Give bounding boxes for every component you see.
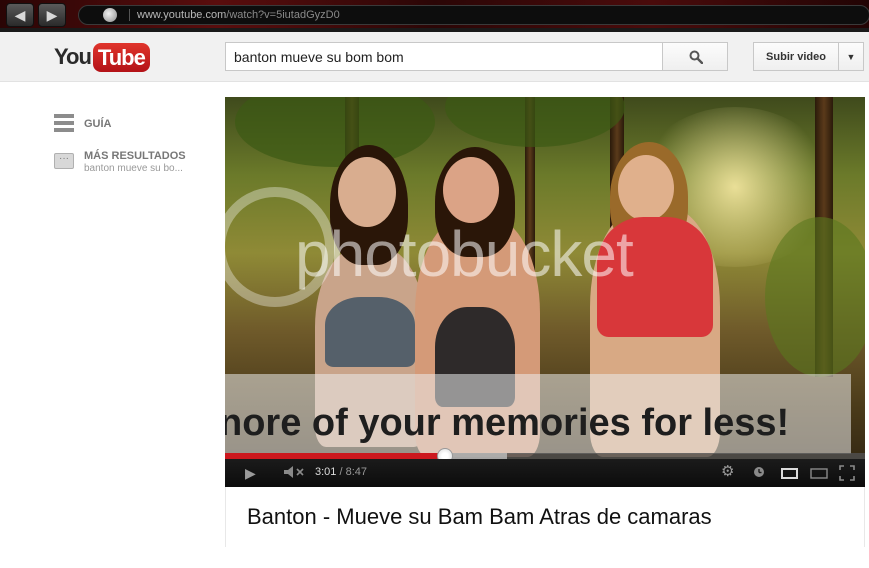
video-foliage: [235, 97, 435, 167]
small-player-icon[interactable]: [781, 467, 798, 483]
back-arrow-icon[interactable]: ◀: [6, 3, 34, 27]
time-duration: 8:47: [345, 466, 368, 478]
mute-icon[interactable]: [283, 465, 305, 483]
guide-menu-icon: [54, 114, 74, 134]
youtube-logo[interactable]: You Tube: [54, 42, 150, 72]
video-title: Banton - Mueve su Bam Bam Atras de camar…: [247, 504, 712, 529]
video-foliage: [765, 217, 865, 377]
gear-icon[interactable]: ⚙: [721, 464, 734, 480]
video-face: [618, 155, 674, 221]
address-bar[interactable]: www.youtube.com/watch?v=5iutadGyzD0: [78, 5, 869, 25]
watermark-text: photobucket: [295, 218, 634, 290]
time-display: 3:01 / 8:47: [315, 466, 367, 478]
url-host: www.youtube.com: [137, 9, 227, 21]
watch-later-icon[interactable]: [753, 466, 765, 482]
more-results-title: MÁS RESULTADOS: [84, 150, 186, 162]
large-player-icon[interactable]: [810, 467, 828, 483]
more-results-icon: ···: [54, 153, 74, 169]
chevron-down-icon: ▼: [846, 52, 856, 62]
logo-tube: Tube: [92, 42, 150, 72]
play-icon[interactable]: ▶: [245, 465, 256, 481]
time-separator: /: [336, 466, 346, 478]
forward-arrow-icon[interactable]: ▶: [38, 3, 66, 27]
search-icon: [689, 50, 703, 64]
more-results-subtitle: banton mueve su bo...: [84, 163, 183, 174]
ad-banner-text: nore of your memories for less!: [225, 402, 790, 444]
video-player[interactable]: photobucket nore of your memories for le…: [225, 97, 865, 487]
time-current: 3:01: [315, 466, 337, 478]
player-controls: ▶ 3:01 / 8:47 ⚙: [225, 459, 865, 487]
video-info: Banton - Mueve su Bam Bam Atras de camar…: [225, 487, 865, 547]
youtube-header: You Tube Subir video ▼: [0, 32, 869, 82]
guide-label: GUÍA: [84, 118, 112, 130]
upload-button[interactable]: Subir video: [753, 42, 838, 71]
video-face: [443, 157, 499, 223]
search-input[interactable]: [225, 42, 663, 71]
fullscreen-icon[interactable]: [839, 465, 855, 485]
search-button[interactable]: [662, 42, 728, 71]
url-path: /watch?v=5iutadGyzD0: [226, 9, 340, 21]
video-foliage: [445, 97, 625, 147]
video-clothing: [325, 297, 415, 367]
logo-you: You: [54, 44, 92, 69]
upload-dropdown-button[interactable]: ▼: [838, 42, 864, 71]
more-results[interactable]: ··· MÁS RESULTADOS banton mueve su bo...: [54, 150, 214, 180]
url-text: www.youtube.com/watch?v=5iutadGyzD0: [137, 9, 340, 21]
browser-chrome: ◀ ▶ www.youtube.com/watch?v=5iutadGyzD0: [0, 0, 869, 32]
globe-icon: [103, 8, 117, 22]
url-separator: [129, 9, 130, 21]
